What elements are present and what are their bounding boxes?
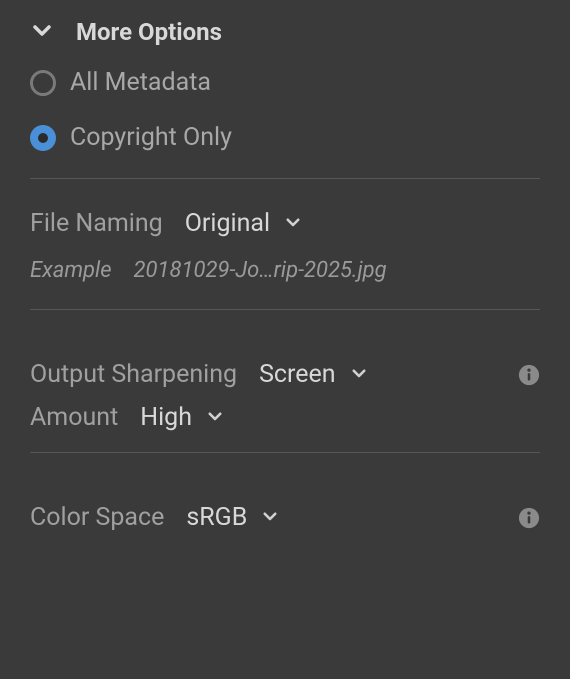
amount-select[interactable]: High xyxy=(140,403,224,432)
more-options-header[interactable]: More Options xyxy=(30,18,540,46)
select-value: Original xyxy=(185,209,270,238)
divider xyxy=(30,178,540,179)
amount-row: Amount High xyxy=(30,403,540,432)
output-sharpening-row: Output Sharpening Screen xyxy=(30,360,540,389)
color-space-section: Color Space sRGB xyxy=(30,483,540,532)
example-value: 20181029-Jo…rip-2025.jpg xyxy=(134,258,387,283)
file-naming-example: Example 20181029-Jo…rip-2025.jpg xyxy=(30,258,540,283)
example-label: Example xyxy=(30,258,112,283)
info-icon[interactable] xyxy=(518,507,540,529)
radio-icon xyxy=(30,125,56,151)
select-value: Screen xyxy=(259,360,336,389)
file-naming-select[interactable]: Original xyxy=(185,209,302,238)
chevron-down-icon xyxy=(206,407,224,429)
radio-icon xyxy=(30,70,56,96)
output-sharpening-section: Output Sharpening Screen Amount High xyxy=(30,340,540,432)
file-naming-label: File Naming xyxy=(30,209,163,238)
color-space-label: Color Space xyxy=(30,503,164,532)
radio-all-metadata[interactable]: All Metadata xyxy=(30,68,540,97)
color-space-row: Color Space sRGB xyxy=(30,503,540,532)
file-naming-row: File Naming Original xyxy=(30,209,540,238)
output-sharpening-select[interactable]: Screen xyxy=(259,360,368,389)
radio-label: All Metadata xyxy=(70,68,211,97)
radio-label: Copyright Only xyxy=(70,123,232,152)
chevron-down-icon xyxy=(284,213,302,235)
divider xyxy=(30,452,540,453)
select-value: High xyxy=(140,403,192,432)
chevron-down-icon xyxy=(350,364,368,386)
radio-copyright-only[interactable]: Copyright Only xyxy=(30,123,540,152)
amount-label: Amount xyxy=(30,403,118,432)
output-sharpening-label: Output Sharpening xyxy=(30,360,237,389)
info-icon[interactable] xyxy=(518,364,540,386)
radio-inner-dot xyxy=(38,133,48,143)
chevron-down-icon xyxy=(261,507,279,529)
select-value: sRGB xyxy=(186,503,247,532)
color-space-select[interactable]: sRGB xyxy=(186,503,279,532)
more-options-panel: More Options All Metadata Copyright Only… xyxy=(0,0,570,532)
divider xyxy=(30,309,540,310)
section-title: More Options xyxy=(76,18,222,46)
chevron-down-icon xyxy=(30,18,54,46)
